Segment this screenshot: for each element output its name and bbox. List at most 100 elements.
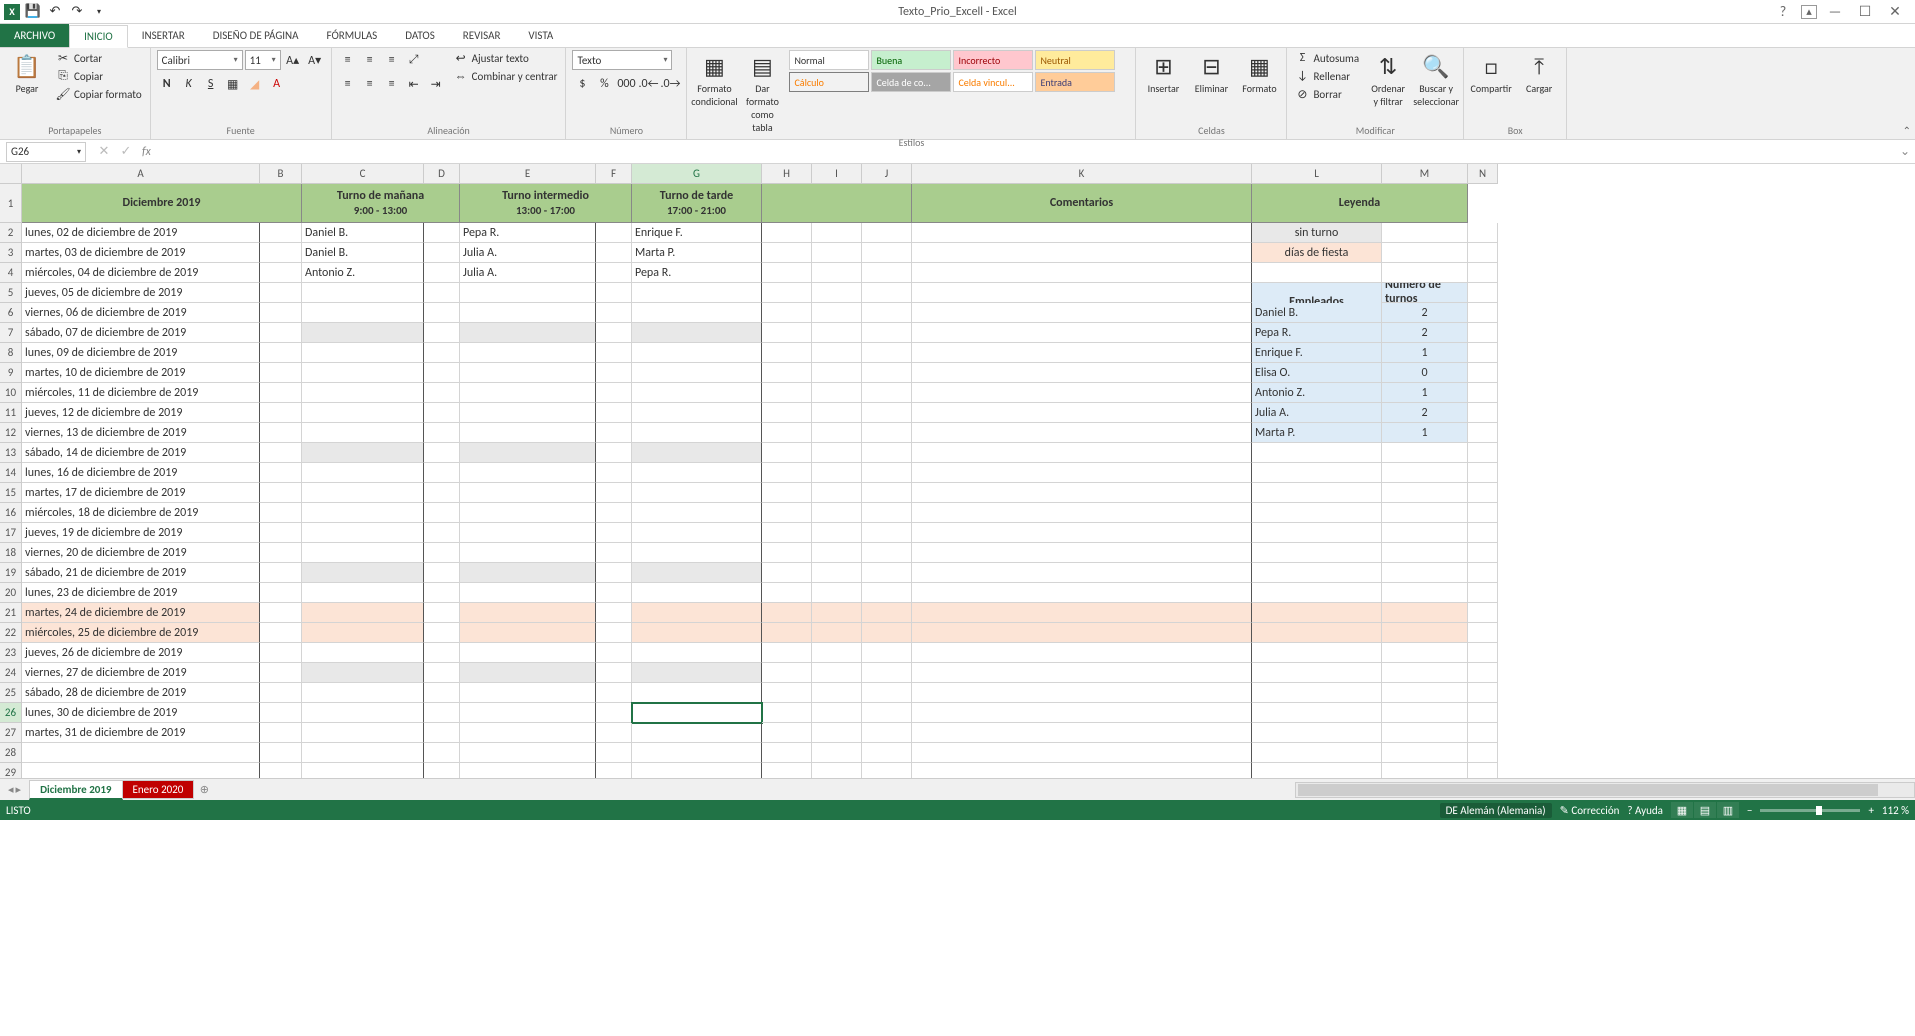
cell[interactable]: [812, 703, 862, 723]
tab-layout[interactable]: DISEÑO DE PÁGINA: [199, 24, 313, 47]
cell[interactable]: [1468, 563, 1498, 583]
paste-button[interactable]: 📋 Pegar: [6, 50, 48, 97]
find-select-button[interactable]: 🔍Buscar y seleccionar: [1415, 50, 1457, 110]
cell[interactable]: lunes, 23 de diciembre de 2019: [22, 583, 260, 603]
cell[interactable]: [460, 523, 596, 543]
tab-data[interactable]: DATOS: [391, 24, 449, 47]
cell[interactable]: [812, 683, 862, 703]
cell[interactable]: [762, 583, 812, 603]
cell[interactable]: jueves, 19 de diciembre de 2019: [22, 523, 260, 543]
cell[interactable]: [912, 663, 1252, 683]
row-header[interactable]: 12: [0, 423, 22, 443]
cell[interactable]: [302, 523, 424, 543]
cell[interactable]: Marta P.: [632, 243, 762, 263]
cell[interactable]: [1382, 723, 1468, 743]
table-header[interactable]: Turno intermedio13:00 - 17:00: [460, 184, 632, 223]
cell[interactable]: [862, 703, 912, 723]
cell[interactable]: 1: [1382, 343, 1468, 363]
cell[interactable]: [460, 463, 596, 483]
col-header-k[interactable]: K: [912, 164, 1252, 184]
cell[interactable]: [260, 723, 302, 743]
cell[interactable]: [22, 763, 260, 778]
cell[interactable]: [812, 643, 862, 663]
cell[interactable]: [1468, 283, 1498, 303]
cell[interactable]: [1382, 703, 1468, 723]
cell[interactable]: [762, 563, 812, 583]
style-entrada[interactable]: Entrada: [1035, 72, 1115, 92]
cell[interactable]: [1382, 463, 1468, 483]
col-header-a[interactable]: A: [22, 164, 260, 184]
fx-icon[interactable]: fx: [142, 145, 157, 159]
cell[interactable]: [460, 403, 596, 423]
cell[interactable]: [862, 723, 912, 743]
cell[interactable]: [1382, 443, 1468, 463]
align-top-icon[interactable]: ≡: [338, 50, 358, 70]
status-correction[interactable]: ✎ Corrección: [1560, 804, 1620, 817]
add-sheet-button[interactable]: ⊕: [193, 783, 215, 796]
col-header-i[interactable]: I: [812, 164, 862, 184]
cell[interactable]: [596, 503, 632, 523]
cell[interactable]: [762, 703, 812, 723]
cell[interactable]: [424, 723, 460, 743]
cell[interactable]: [912, 543, 1252, 563]
cell[interactable]: [762, 763, 812, 778]
cell[interactable]: [424, 563, 460, 583]
col-header-h[interactable]: H: [762, 164, 812, 184]
align-bottom-icon[interactable]: ≡: [382, 50, 402, 70]
cell[interactable]: [302, 543, 424, 563]
cell[interactable]: [912, 443, 1252, 463]
decrease-indent-icon[interactable]: ⇤: [404, 74, 424, 94]
cell[interactable]: lunes, 09 de diciembre de 2019: [22, 343, 260, 363]
close-icon[interactable]: ✕: [1883, 3, 1907, 21]
row-header[interactable]: 9: [0, 363, 22, 383]
cell[interactable]: [862, 683, 912, 703]
cell[interactable]: [1468, 583, 1498, 603]
border-button[interactable]: ▦: [223, 74, 243, 94]
cell[interactable]: lunes, 30 de diciembre de 2019: [22, 703, 260, 723]
row-header[interactable]: 24: [0, 663, 22, 683]
cell[interactable]: [424, 303, 460, 323]
cell[interactable]: [912, 403, 1252, 423]
cell[interactable]: [632, 463, 762, 483]
cell[interactable]: [302, 563, 424, 583]
cell[interactable]: [460, 663, 596, 683]
cell[interactable]: [1252, 463, 1382, 483]
cell[interactable]: [1468, 303, 1498, 323]
row-header[interactable]: 17: [0, 523, 22, 543]
cell[interactable]: [762, 543, 812, 563]
percent-icon[interactable]: %: [594, 74, 614, 94]
cell[interactable]: [862, 343, 912, 363]
font-color-button[interactable]: A: [267, 74, 287, 94]
cell[interactable]: [812, 443, 862, 463]
cell[interactable]: [596, 763, 632, 778]
cell[interactable]: [1468, 343, 1498, 363]
cell[interactable]: [1252, 523, 1382, 543]
cell[interactable]: [632, 663, 762, 683]
cell[interactable]: [1252, 643, 1382, 663]
cell[interactable]: [460, 443, 596, 463]
cell[interactable]: [812, 383, 862, 403]
cell[interactable]: [862, 263, 912, 283]
cell[interactable]: [260, 623, 302, 643]
cell[interactable]: [862, 523, 912, 543]
cell[interactable]: [1468, 443, 1498, 463]
col-header-f[interactable]: F: [596, 164, 632, 184]
row-header[interactable]: 23: [0, 643, 22, 663]
cell[interactable]: [424, 703, 460, 723]
cell[interactable]: [862, 363, 912, 383]
cell[interactable]: Daniel B.: [302, 243, 424, 263]
cell[interactable]: [302, 383, 424, 403]
cell[interactable]: [1468, 743, 1498, 763]
cell[interactable]: [632, 683, 762, 703]
cell[interactable]: [22, 743, 260, 763]
cell[interactable]: [596, 243, 632, 263]
cell[interactable]: [460, 543, 596, 563]
cell[interactable]: [596, 463, 632, 483]
cell[interactable]: [460, 343, 596, 363]
cell[interactable]: [762, 303, 812, 323]
cell[interactable]: 2: [1382, 323, 1468, 343]
format-as-table-button[interactable]: ▤Dar formato como tabla: [741, 50, 783, 136]
cell[interactable]: [1382, 523, 1468, 543]
row-header[interactable]: 7: [0, 323, 22, 343]
cell[interactable]: [1468, 223, 1498, 243]
